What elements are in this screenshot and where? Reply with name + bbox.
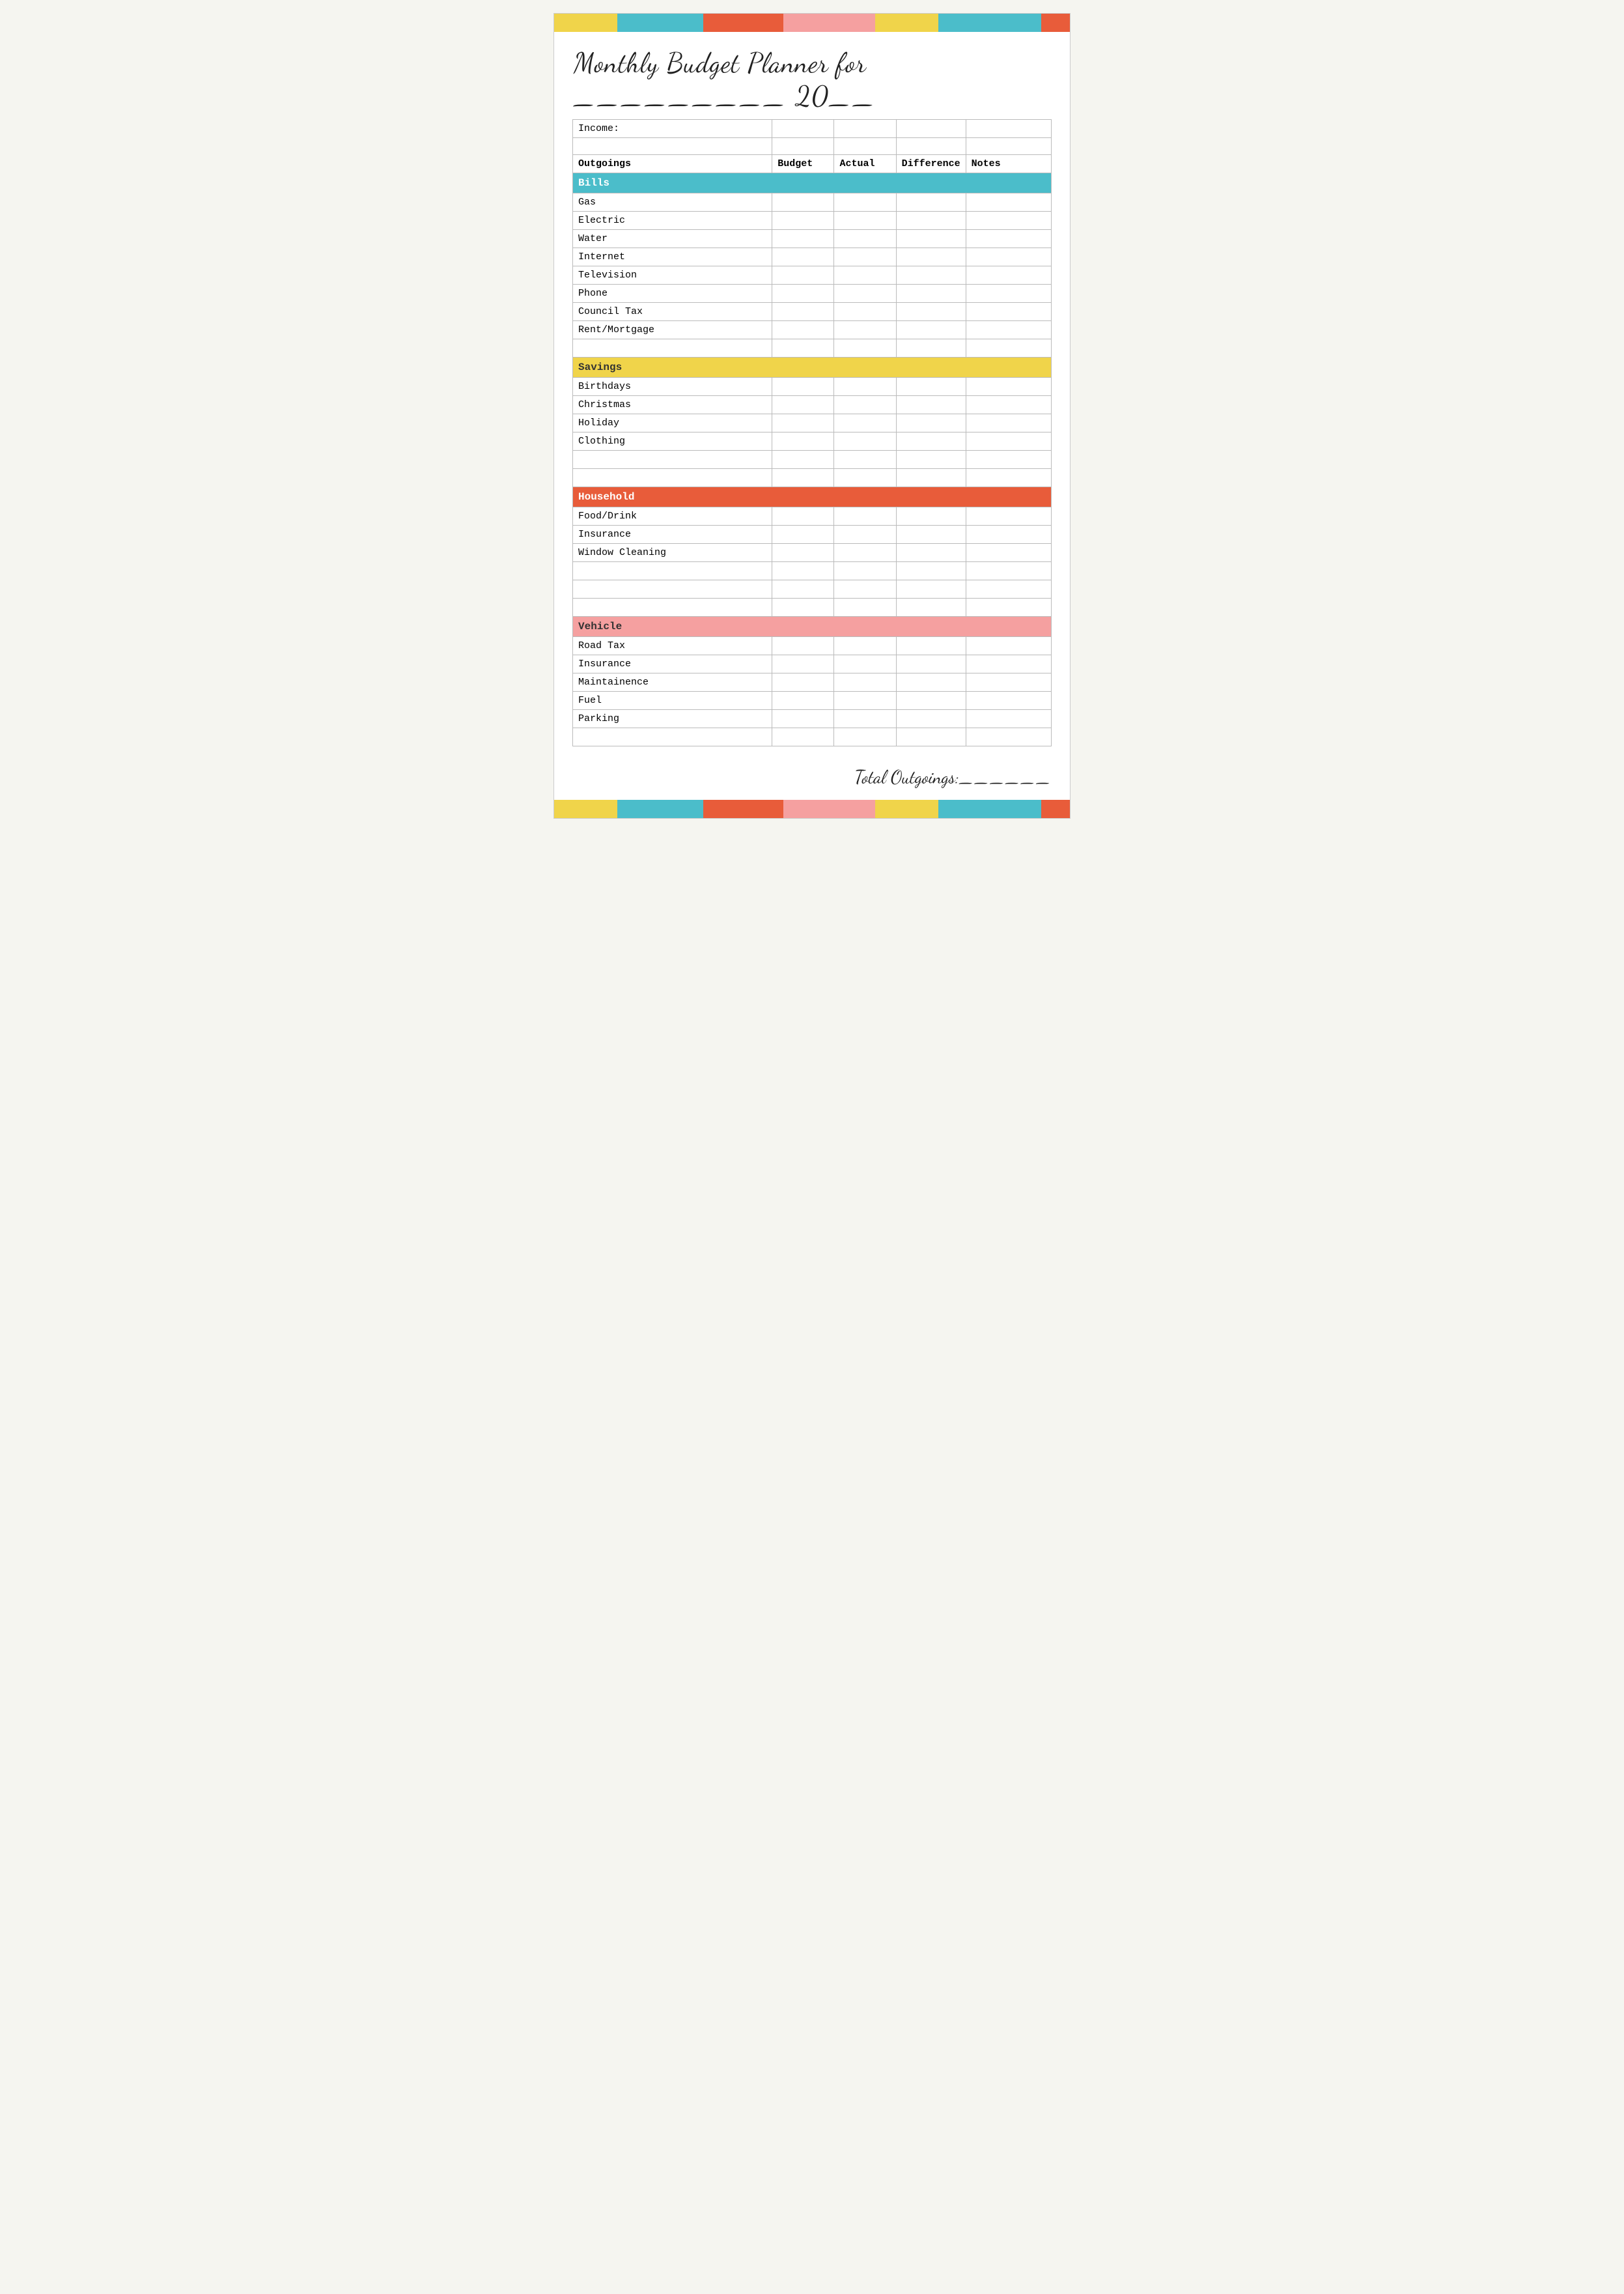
page-title: Monthly Budget Planner for _________ 20_… — [574, 46, 1050, 113]
row-label: Insurance — [573, 655, 772, 673]
total-outgoings-label: Total Outgoings:______ — [854, 766, 1052, 788]
row-label: Insurance — [573, 526, 772, 544]
table-row: Clothing — [573, 432, 1052, 451]
color-block-b6 — [938, 800, 1041, 818]
color-block-b3 — [703, 800, 783, 818]
top-color-bar — [554, 14, 1070, 32]
table-row: Food/Drink — [573, 507, 1052, 526]
row-label: Fuel — [573, 692, 772, 710]
color-block-b7 — [1041, 800, 1070, 818]
bottom-color-bar — [554, 800, 1070, 818]
title-area: Monthly Budget Planner for _________ 20_… — [554, 32, 1070, 119]
income-row: Income: — [573, 120, 1052, 138]
table-row: Council Tax — [573, 303, 1052, 321]
table-row: Fuel — [573, 692, 1052, 710]
section-savings-header: Savings — [573, 358, 1052, 378]
row-label: Electric — [573, 212, 772, 230]
table-row — [573, 562, 1052, 580]
row-label: Rent/Mortgage — [573, 321, 772, 339]
section-vehicle-header: Vehicle — [573, 617, 1052, 637]
empty-row — [573, 138, 1052, 155]
bills-label: Bills — [573, 173, 1052, 193]
budget-table: Income: Outgoings Budget Actual Differen… — [572, 119, 1052, 746]
table-row: Electric — [573, 212, 1052, 230]
row-label: Clothing — [573, 432, 772, 451]
table-row — [573, 469, 1052, 487]
row-label: Gas — [573, 193, 772, 212]
color-block-5 — [875, 14, 938, 32]
table-row — [573, 580, 1052, 599]
income-label: Income: — [573, 120, 772, 138]
col-actual: Actual — [834, 155, 896, 173]
table-row: Phone — [573, 285, 1052, 303]
page: Monthly Budget Planner for _________ 20_… — [553, 13, 1071, 819]
row-label: Christmas — [573, 396, 772, 414]
row-label: Parking — [573, 710, 772, 728]
table-row: Television — [573, 266, 1052, 285]
table-row: Gas — [573, 193, 1052, 212]
color-block-b2 — [617, 800, 703, 818]
color-block-6 — [938, 14, 1041, 32]
color-block-2 — [617, 14, 703, 32]
row-label: Window Cleaning — [573, 544, 772, 562]
income-budget — [772, 120, 834, 138]
section-household-header: Household — [573, 487, 1052, 507]
column-headers: Outgoings Budget Actual Difference Notes — [573, 155, 1052, 173]
col-budget: Budget — [772, 155, 834, 173]
table-row: Insurance — [573, 655, 1052, 673]
savings-label: Savings — [573, 358, 1052, 378]
table-row: Christmas — [573, 396, 1052, 414]
row-label: Water — [573, 230, 772, 248]
row-label: Food/Drink — [573, 507, 772, 526]
color-block-4 — [783, 14, 875, 32]
row-label: Road Tax — [573, 637, 772, 655]
table-row — [573, 599, 1052, 617]
table-row: Birthdays — [573, 378, 1052, 396]
color-block-b5 — [875, 800, 938, 818]
color-block-1 — [554, 14, 617, 32]
table-row: Parking — [573, 710, 1052, 728]
row-label: Council Tax — [573, 303, 772, 321]
color-block-b1 — [554, 800, 617, 818]
col-difference: Difference — [896, 155, 966, 173]
table-row: Insurance — [573, 526, 1052, 544]
row-label: Television — [573, 266, 772, 285]
row-label: Maintainence — [573, 673, 772, 692]
color-block-b4 — [783, 800, 875, 818]
col-notes: Notes — [966, 155, 1051, 173]
table-row: Rent/Mortgage — [573, 321, 1052, 339]
table-row: Window Cleaning — [573, 544, 1052, 562]
table-row: Maintainence — [573, 673, 1052, 692]
income-diff — [896, 120, 966, 138]
section-bills-header: Bills — [573, 173, 1052, 193]
household-label: Household — [573, 487, 1052, 507]
table-row — [573, 728, 1052, 746]
content-area: Income: Outgoings Budget Actual Differen… — [554, 119, 1070, 759]
table-row — [573, 451, 1052, 469]
color-block-3 — [703, 14, 783, 32]
table-row: Road Tax — [573, 637, 1052, 655]
vehicle-label: Vehicle — [573, 617, 1052, 637]
table-row: Internet — [573, 248, 1052, 266]
col-outgoings: Outgoings — [573, 155, 772, 173]
total-outgoings-area: Total Outgoings:______ — [554, 759, 1070, 795]
row-label: Internet — [573, 248, 772, 266]
row-label: Birthdays — [573, 378, 772, 396]
income-actual — [834, 120, 896, 138]
income-notes — [966, 120, 1051, 138]
table-row — [573, 339, 1052, 358]
row-label: Phone — [573, 285, 772, 303]
table-row: Holiday — [573, 414, 1052, 432]
row-label: Holiday — [573, 414, 772, 432]
color-block-7 — [1041, 14, 1070, 32]
table-row: Water — [573, 230, 1052, 248]
